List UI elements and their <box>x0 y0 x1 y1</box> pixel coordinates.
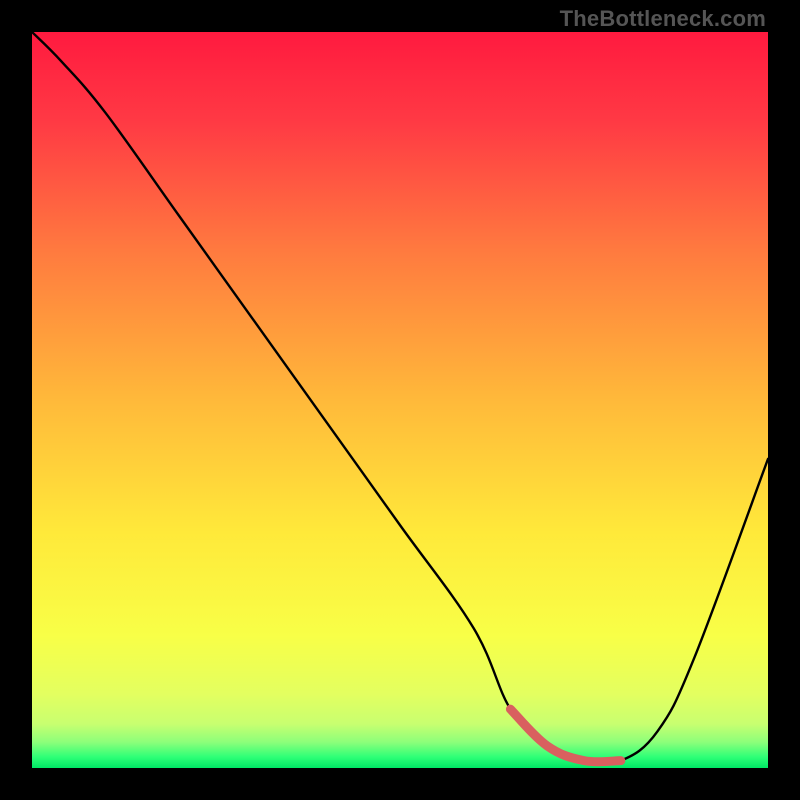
watermark-text: TheBottleneck.com <box>560 6 766 32</box>
bottleneck-curve <box>32 32 768 768</box>
plot-frame <box>32 32 768 768</box>
